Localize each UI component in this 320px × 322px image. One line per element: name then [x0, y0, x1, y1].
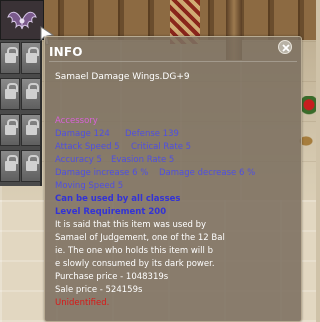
lock-icon — [26, 119, 39, 135]
description-line: It is said that this item was used by — [55, 220, 207, 230]
stat-defense: Defense 139 — [125, 129, 179, 139]
lock-icon — [26, 47, 39, 63]
inventory-slot-locked[interactable] — [21, 114, 41, 146]
item-name: Samael Damage Wings.DG+9 — [55, 72, 190, 82]
lock-icon — [5, 119, 18, 135]
info-window-header[interactable]: INFO — [45, 37, 301, 63]
stat-row: Moving Speed 5 — [55, 181, 295, 192]
stat-damage-decrease: Damage decrease 6 % — [159, 168, 256, 178]
info-window-title: INFO — [49, 45, 83, 59]
stat-attack-speed: Attack Speed 5 — [55, 142, 120, 152]
lock-icon — [5, 83, 18, 99]
stat-row: Accuracy 5 Evasion Rate 5 — [55, 155, 295, 166]
inventory-slot-locked[interactable] — [21, 150, 41, 182]
inventory-panel — [0, 38, 42, 186]
lock-icon — [5, 47, 18, 63]
item-info-window: INFO Samael Damage Wings.DG+9 Accessory … — [44, 36, 302, 322]
inventory-slot-locked[interactable] — [0, 114, 20, 146]
inventory-slot-locked[interactable] — [0, 78, 20, 110]
stat-row: Damage increase 6 % Damage decrease 6 % — [55, 168, 295, 179]
purchase-price: Purchase price - 1048319s — [55, 272, 169, 282]
stat-accuracy: Accuracy 5 — [55, 155, 102, 165]
npc-figure[interactable] — [302, 96, 316, 118]
wings-icon — [7, 11, 37, 30]
stat-row: Damage 124 Defense 139 — [55, 129, 295, 140]
stat-moving-speed: Moving Speed 5 — [55, 181, 124, 191]
description-line: ie. The one who holds this item will b — [55, 246, 213, 256]
game-scene: INFO Samael Damage Wings.DG+9 Accessory … — [0, 0, 316, 322]
sale-price: Sale price - 524159s — [55, 285, 143, 295]
item-slot-wings[interactable] — [0, 0, 44, 40]
description-line: e slowly consumed by its dark power. — [55, 259, 215, 269]
lock-icon — [5, 155, 18, 171]
inventory-slot-locked[interactable] — [21, 42, 41, 74]
level-requirement: Level Requirement 200 — [55, 207, 167, 217]
stat-evasion-rate: Evasion Rate 5 — [111, 155, 175, 165]
inventory-slot-locked[interactable] — [0, 150, 20, 182]
item-category: Accessory — [55, 116, 98, 126]
lock-icon — [26, 83, 39, 99]
lock-icon — [26, 155, 39, 171]
inventory-slot-locked[interactable] — [21, 78, 41, 110]
header-divider — [49, 61, 297, 62]
identification-status: Unidentified. — [55, 298, 110, 308]
stat-damage-increase: Damage increase 6 % — [55, 168, 149, 178]
stat-critical-rate: Critical Rate 5 — [131, 142, 192, 152]
close-icon — [282, 44, 290, 52]
close-button[interactable] — [278, 40, 292, 54]
stat-damage: Damage 124 — [55, 129, 110, 139]
inventory-slot-locked[interactable] — [0, 42, 20, 74]
description-line: Samael of Judgement, one of the 12 Bal — [55, 233, 225, 243]
stat-row: Attack Speed 5 Critical Rate 5 — [55, 142, 295, 153]
class-requirement: Can be used by all classes — [55, 194, 181, 204]
